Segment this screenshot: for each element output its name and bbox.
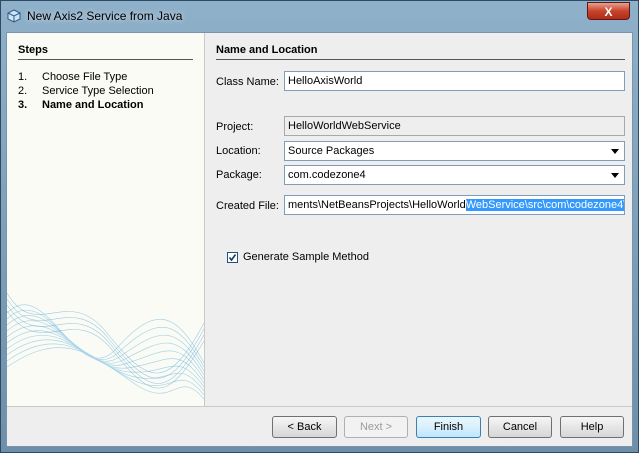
- check-icon: [228, 254, 237, 262]
- chevron-down-icon[interactable]: [609, 170, 621, 180]
- dialog-window: New Axis2 Service from Java X Steps 1. Ch…: [0, 0, 639, 453]
- generate-sample-checkbox[interactable]: [227, 252, 238, 263]
- cancel-button[interactable]: Cancel: [488, 416, 552, 438]
- panel-title: Name and Location: [216, 44, 318, 56]
- created-file-plain: ments\NetBeansProjects\HelloWorld: [288, 199, 466, 211]
- step-number: 2.: [18, 85, 28, 97]
- close-button[interactable]: X: [587, 2, 630, 20]
- close-icon: X: [604, 5, 613, 19]
- steps-panel: Steps 1. Choose File Type 2. Service Type …: [7, 33, 205, 406]
- created-file-field[interactable]: ments\NetBeansProjects\HelloWorldWebServ…: [284, 195, 625, 215]
- steps-divider: [18, 59, 193, 60]
- next-button[interactable]: Next >: [344, 416, 408, 438]
- step-item-2: 2. Service Type Selection: [18, 85, 154, 97]
- button-bar: < Back Next > Finish Cancel Help: [7, 406, 632, 446]
- created-file-selection: WebService\src\com\codezone4\H: [465, 199, 624, 211]
- steps-heading: Steps: [18, 44, 48, 56]
- dialog-content: Steps 1. Choose File Type 2. Service Type …: [6, 32, 633, 447]
- chevron-down-icon[interactable]: [609, 146, 621, 156]
- netbeans-cube-icon: [7, 9, 21, 23]
- class-name-input[interactable]: HelloAxisWorld: [284, 71, 625, 91]
- help-button[interactable]: Help: [560, 416, 624, 438]
- back-button[interactable]: < Back: [272, 416, 337, 438]
- step-number: 1.: [18, 71, 28, 83]
- project-value: HelloWorldWebService: [288, 120, 401, 132]
- step-label: Service Type Selection: [42, 85, 154, 97]
- class-name-value: HelloAxisWorld: [288, 75, 363, 87]
- window-title: New Axis2 Service from Java: [27, 9, 183, 23]
- decorative-waves-image: [7, 292, 204, 400]
- project-label: Project:: [216, 121, 254, 133]
- step-label: Choose File Type: [42, 71, 128, 83]
- class-name-label: Class Name:: [216, 76, 279, 88]
- created-file-text: ments\NetBeansProjects\HelloWorldWebServ…: [288, 196, 624, 214]
- finish-button[interactable]: Finish: [416, 416, 481, 438]
- package-value: com.codezone4: [288, 169, 366, 181]
- panel-divider: [216, 59, 625, 60]
- generate-sample-label[interactable]: Generate Sample Method: [243, 251, 369, 263]
- step-number: 3.: [18, 99, 28, 111]
- created-file-label: Created File:: [216, 200, 279, 212]
- location-value: Source Packages: [288, 145, 375, 157]
- title-bar[interactable]: New Axis2 Service from Java X: [1, 1, 638, 31]
- package-label: Package:: [216, 169, 262, 181]
- project-field: HelloWorldWebService: [284, 116, 625, 136]
- step-item-1: 1. Choose File Type: [18, 71, 127, 83]
- location-label: Location:: [216, 145, 261, 157]
- step-label: Name and Location: [42, 99, 144, 111]
- location-dropdown[interactable]: Source Packages: [284, 141, 625, 161]
- step-item-3: 3. Name and Location: [18, 99, 143, 111]
- package-combobox[interactable]: com.codezone4: [284, 165, 625, 185]
